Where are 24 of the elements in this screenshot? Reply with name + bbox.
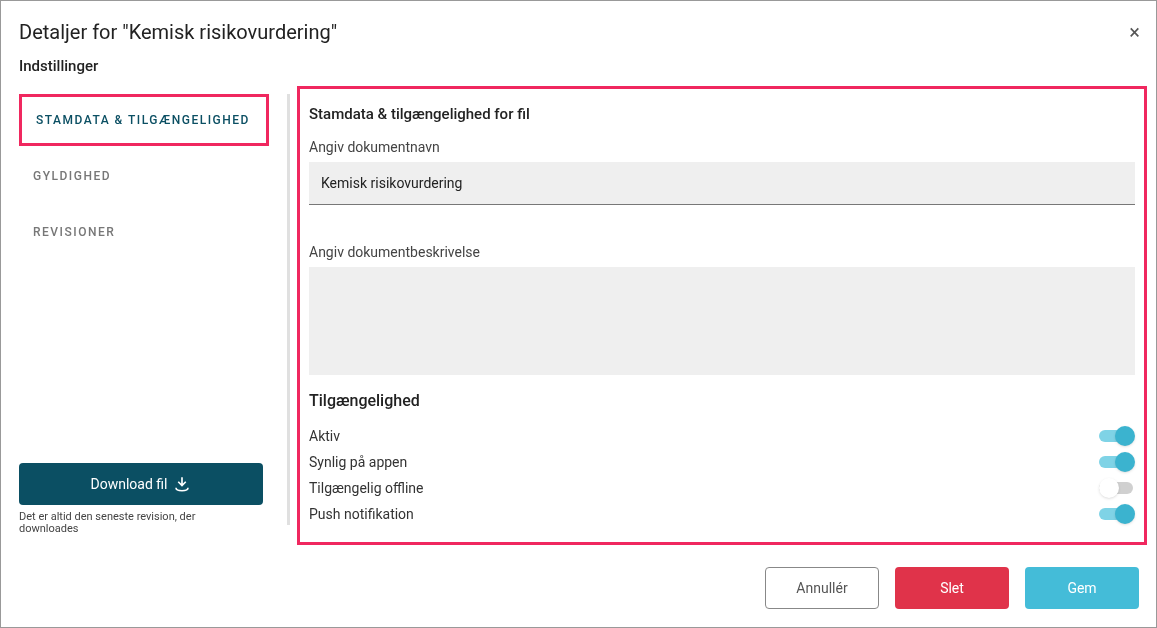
download-note: Det er altid den seneste revision, der downloades (19, 511, 197, 535)
toggle-switch[interactable] (1099, 504, 1135, 524)
sidebar-tab[interactable]: GYLDIGHED (19, 149, 283, 202)
toggle-switch[interactable] (1099, 452, 1135, 472)
toggle-label: Synlig på appen (309, 452, 408, 472)
download-button[interactable]: Download fil (19, 463, 263, 505)
toggle-label: Aktiv (309, 426, 340, 446)
sidebar-tab[interactable]: REVISIONER (19, 205, 283, 258)
close-button[interactable]: × (1129, 17, 1140, 47)
settings-heading: Indstillinger (18, 56, 100, 77)
document-name-field[interactable]: Kemisk risikovurdering (309, 162, 1135, 205)
dialog-title: Detaljer for "Kemisk risikovurdering" (19, 19, 338, 46)
toggle-switch[interactable] (1099, 426, 1135, 446)
sidebar-tab[interactable]: STAMDATA & TILGÆNGELIGHED (19, 93, 269, 146)
download-icon (173, 475, 192, 493)
section-heading: Stamdata & tilgængelighed for fil (309, 103, 531, 125)
delete-button[interactable]: Slet (895, 567, 1009, 609)
section-heading: Tilgængelighed (309, 390, 421, 412)
field-label: Angiv dokumentnavn (309, 138, 441, 157)
cancel-button[interactable]: Annullér (765, 567, 879, 609)
toggle-label: Tilgængelig offline (309, 478, 424, 498)
field-label: Angiv dokumentbeskrivelse (309, 243, 481, 262)
toggle-label: Push notifikation (309, 504, 414, 524)
toggle-switch[interactable] (1099, 478, 1135, 498)
